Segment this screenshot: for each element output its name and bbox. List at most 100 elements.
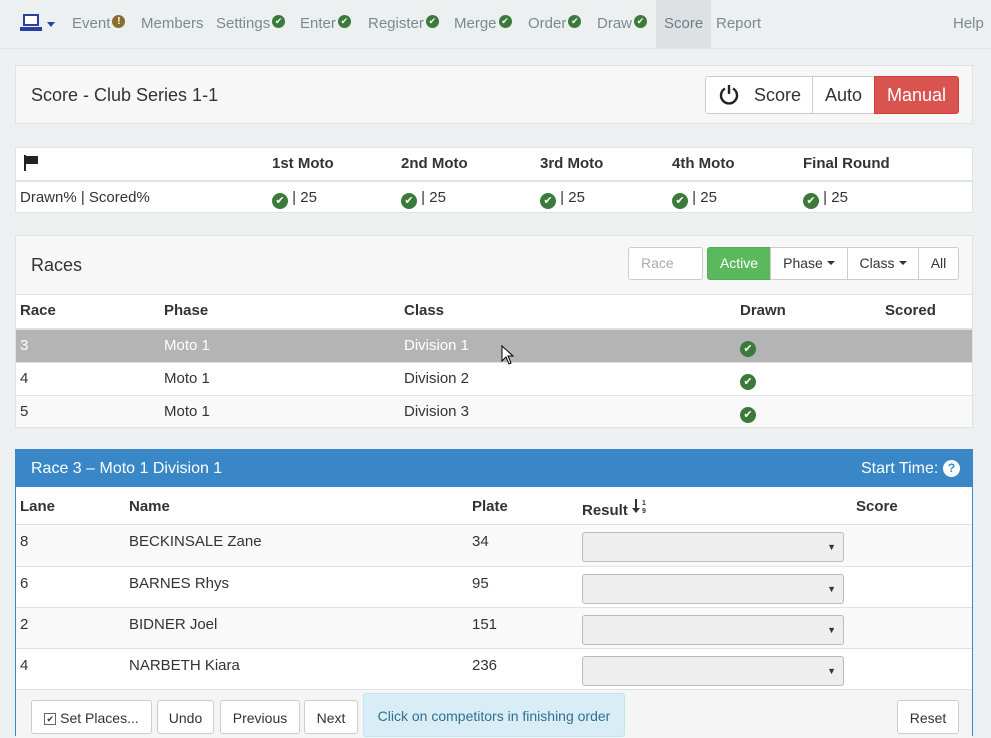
previous-button[interactable]: Previous bbox=[220, 700, 300, 734]
race-class: Division 3 bbox=[404, 403, 470, 420]
race-filter-input[interactable]: Race bbox=[628, 247, 703, 280]
nav-draw-label: Draw bbox=[597, 15, 633, 32]
competitor-lane: 8 bbox=[20, 533, 29, 550]
race-row[interactable]: 4 Moto 1 Division 2 ✔ bbox=[16, 362, 972, 395]
score-header-panel: Score - Club Series 1-1 Score Auto Manua… bbox=[15, 65, 973, 124]
top-navbar: Event! Members Settings ✔ Enter ✔ Register… bbox=[0, 0, 991, 49]
race-phase: Moto 1 bbox=[164, 337, 210, 354]
competitor-plate: 34 bbox=[472, 533, 489, 550]
races-panel: Races Race Active Phase Class All Race P… bbox=[15, 235, 973, 428]
nav-members[interactable]: Members bbox=[141, 0, 204, 48]
check-icon: ✔ bbox=[272, 193, 288, 209]
caret-down-icon: ▼ bbox=[827, 666, 836, 676]
phase-filter-label: Phase bbox=[783, 255, 823, 271]
question-icon[interactable]: ? bbox=[943, 460, 960, 477]
result-select[interactable]: ▼ bbox=[582, 574, 844, 604]
races-header-scored: Scored bbox=[885, 302, 936, 319]
races-header-drawn: Drawn bbox=[740, 302, 786, 319]
nav-score-label: Score bbox=[664, 15, 704, 32]
next-button[interactable]: Next bbox=[304, 700, 358, 734]
competitor-row[interactable]: 2 BIDNER Joel 151 ▼ bbox=[16, 607, 972, 648]
manual-button[interactable]: Manual bbox=[874, 76, 959, 114]
active-filter-button[interactable]: Active bbox=[707, 247, 771, 280]
laptop-menu-button[interactable] bbox=[20, 13, 58, 35]
page-title: Score - Club Series 1-1 bbox=[31, 85, 219, 105]
nav-report-label: Report bbox=[716, 15, 762, 32]
score-power-button[interactable]: Score bbox=[705, 76, 813, 114]
moto-summary-table: 1st Moto 2nd Moto 3rd Moto 4th Moto Fina… bbox=[15, 147, 973, 213]
nav-order[interactable]: Order ✔ bbox=[528, 0, 582, 48]
result-select[interactable]: ▼ bbox=[582, 615, 844, 645]
competitor-plate: 236 bbox=[472, 657, 498, 674]
nav-score[interactable]: Score bbox=[656, 0, 712, 48]
result-select[interactable]: ▼ bbox=[582, 532, 844, 562]
nav-help[interactable]: Help bbox=[953, 0, 984, 48]
nav-settings[interactable]: Settings ✔ bbox=[216, 0, 286, 48]
nav-report[interactable]: Report bbox=[716, 0, 761, 48]
all-filter-button[interactable]: All bbox=[918, 247, 959, 280]
check-icon: ✔ bbox=[634, 15, 648, 28]
races-header-class: Class bbox=[404, 302, 445, 319]
summary-value-text: | 25 bbox=[823, 189, 848, 206]
competitor-lane: 6 bbox=[20, 575, 29, 592]
power-icon bbox=[719, 85, 739, 105]
race-drawn: ✔ bbox=[740, 370, 756, 390]
summary-col-2: 2nd Moto bbox=[401, 155, 468, 172]
undo-button[interactable]: Undo bbox=[157, 700, 214, 734]
caret-down-icon bbox=[898, 261, 907, 265]
nav-register-label: Register bbox=[368, 15, 424, 32]
race-number: 3 bbox=[20, 337, 29, 354]
race-number: 5 bbox=[20, 403, 29, 420]
summary-col-1: 1st Moto bbox=[272, 155, 334, 172]
nav-register[interactable]: Register ✔ bbox=[368, 0, 439, 48]
summary-value-2: ✔ | 25 bbox=[401, 189, 446, 209]
nav-merge-label: Merge bbox=[454, 15, 497, 32]
summary-value-text: | 25 bbox=[692, 189, 717, 206]
summary-col-3: 3rd Moto bbox=[540, 155, 604, 172]
result-select[interactable]: ▼ bbox=[582, 656, 844, 686]
race-row[interactable]: 5 Moto 1 Division 3 ✔ bbox=[16, 395, 972, 427]
summary-value-4: ✔ | 25 bbox=[672, 189, 717, 209]
nav-event[interactable]: Event! bbox=[72, 0, 126, 48]
races-header-phase: Phase bbox=[164, 302, 209, 319]
check-icon: ✔ bbox=[337, 15, 351, 28]
nav-draw[interactable]: Draw ✔ bbox=[597, 0, 648, 48]
competitor-plate: 95 bbox=[472, 575, 489, 592]
check-icon: ✔ bbox=[540, 193, 556, 209]
detail-header-plate: Plate bbox=[472, 498, 508, 515]
competitor-name: BARNES Rhys bbox=[129, 575, 230, 592]
reset-button[interactable]: Reset bbox=[897, 700, 959, 734]
detail-header-result[interactable]: Result 1 9 bbox=[582, 498, 650, 519]
summary-value-3: ✔ | 25 bbox=[540, 189, 585, 209]
nav-order-label: Order bbox=[528, 15, 567, 32]
svg-text:9: 9 bbox=[642, 508, 646, 514]
competitor-name: NARBETH Kiara bbox=[129, 657, 240, 674]
svg-text:1: 1 bbox=[642, 500, 646, 507]
class-filter-label: Class bbox=[859, 255, 895, 271]
competitor-row[interactable]: 6 BARNES Rhys 95 ▼ bbox=[16, 566, 972, 607]
check-icon: ✔ bbox=[498, 15, 512, 28]
detail-header-name: Name bbox=[129, 498, 170, 515]
start-time-label: Start Time: bbox=[861, 460, 939, 477]
phase-filter-dropdown[interactable]: Phase bbox=[770, 247, 848, 280]
nav-merge[interactable]: Merge ✔ bbox=[454, 0, 512, 48]
mouse-cursor-icon bbox=[501, 345, 515, 365]
nav-event-label: Event bbox=[72, 15, 111, 32]
set-places-button[interactable]: ✔ Set Places... bbox=[31, 700, 152, 734]
nav-enter-label: Enter bbox=[300, 15, 336, 32]
summary-value-text: | 25 bbox=[560, 189, 585, 206]
nav-enter[interactable]: Enter ✔ bbox=[300, 0, 351, 48]
competitor-row[interactable]: 8 BECKINSALE Zane 34 ▼ bbox=[16, 525, 972, 566]
race-phase: Moto 1 bbox=[164, 403, 210, 420]
summary-value-text: | 25 bbox=[421, 189, 446, 206]
check-icon: ✔ bbox=[740, 407, 756, 423]
competitor-row[interactable]: 4 NARBETH Kiara 236 ▼ bbox=[16, 648, 972, 689]
race-row-selected[interactable]: 3 Moto 1 Division 1 ✔ bbox=[16, 328, 972, 362]
class-filter-dropdown[interactable]: Class bbox=[847, 247, 919, 280]
race-drawn: ✔ bbox=[740, 337, 756, 357]
auto-button[interactable]: Auto bbox=[812, 76, 875, 114]
summary-row-label: Drawn% | Scored% bbox=[20, 189, 150, 206]
race-detail-title: Race 3 – Moto 1 Division 1 bbox=[31, 460, 223, 477]
caret-down-icon bbox=[826, 261, 835, 265]
caret-down-icon: ▼ bbox=[827, 542, 836, 552]
